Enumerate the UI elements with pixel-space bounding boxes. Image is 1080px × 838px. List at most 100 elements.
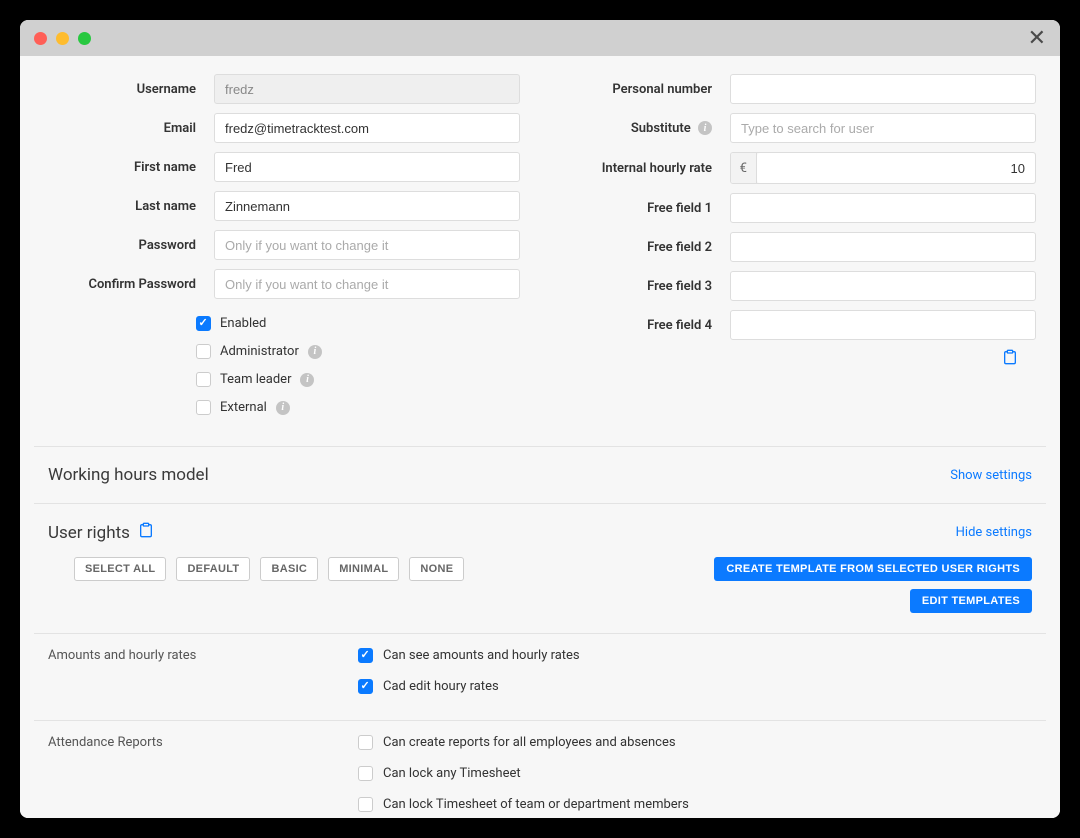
checkbox-can-edit-hourly[interactable] <box>358 679 373 694</box>
perm-can-see-amounts: Can see amounts and hourly rates <box>358 648 1032 663</box>
input-substitute[interactable] <box>730 113 1036 143</box>
label-personal-number: Personal number <box>560 82 730 97</box>
minimize-icon[interactable] <box>56 32 69 45</box>
input-username <box>214 74 520 104</box>
field-first-name: First name <box>44 152 520 182</box>
info-icon[interactable]: i <box>276 401 290 415</box>
label-substitute: Substitute i <box>560 121 730 136</box>
checkbox-administrator[interactable] <box>196 344 211 359</box>
template-buttons: CREATE TEMPLATE FROM SELECTED USER RIGHT… <box>714 557 1032 613</box>
input-free2[interactable] <box>730 232 1036 262</box>
input-internal-rate[interactable] <box>757 153 1035 183</box>
link-hide-settings[interactable]: Hide settings <box>956 525 1032 540</box>
info-icon[interactable]: i <box>698 121 712 135</box>
checkbox-can-see-amounts[interactable] <box>358 648 373 663</box>
label-password: Password <box>44 238 214 253</box>
preset-minimal[interactable]: MINIMAL <box>328 557 399 581</box>
perm-label: Can create reports for all employees and… <box>383 735 676 750</box>
info-icon[interactable]: i <box>300 373 314 387</box>
checkbox-administrator-row: Administrator i <box>44 344 520 359</box>
label-username: Username <box>44 82 214 97</box>
perm-lock-team-timesheet: Can lock Timesheet of team or department… <box>358 797 1032 812</box>
preset-default[interactable]: DEFAULT <box>176 557 250 581</box>
preset-none[interactable]: NONE <box>409 557 464 581</box>
right-column: Personal number Substitute i Internal ho… <box>560 74 1036 428</box>
clipboard-icon[interactable] <box>1002 349 1018 369</box>
checkbox-create-reports[interactable] <box>358 735 373 750</box>
input-personal-number[interactable] <box>730 74 1036 104</box>
create-template-button[interactable]: CREATE TEMPLATE FROM SELECTED USER RIGHT… <box>714 557 1032 581</box>
input-free3[interactable] <box>730 271 1036 301</box>
label-free2: Free field 2 <box>560 240 730 255</box>
input-last-name[interactable] <box>214 191 520 221</box>
rights-group-options-amounts: Can see amounts and hourly rates Cad edi… <box>358 648 1032 710</box>
traffic-lights <box>34 32 91 45</box>
edit-templates-button[interactable]: EDIT TEMPLATES <box>910 589 1032 613</box>
currency-input-wrap: € <box>730 152 1036 184</box>
rights-group-label-amounts: Amounts and hourly rates <box>48 648 358 710</box>
perm-label: Can lock any Timesheet <box>383 766 521 781</box>
field-free2: Free field 2 <box>560 232 1036 262</box>
label-free3: Free field 3 <box>560 279 730 294</box>
input-first-name[interactable] <box>214 152 520 182</box>
clipboard-action <box>560 349 1036 369</box>
checkbox-team-leader[interactable] <box>196 372 211 387</box>
checkbox-external[interactable] <box>196 400 211 415</box>
field-internal-rate: Internal hourly rate € <box>560 152 1036 184</box>
app-window: ✕ Username Email First name Last name <box>20 20 1060 818</box>
checkbox-enabled[interactable] <box>196 316 211 331</box>
label-free4: Free field 4 <box>560 318 730 333</box>
currency-symbol: € <box>731 153 757 183</box>
section-working-hours: Working hours model Show settings <box>34 447 1046 504</box>
input-free4[interactable] <box>730 310 1036 340</box>
label-free1: Free field 1 <box>560 201 730 216</box>
checkbox-administrator-label: Administrator <box>220 344 299 359</box>
info-icon[interactable]: i <box>308 345 322 359</box>
rights-actions: SELECT ALL DEFAULT BASIC MINIMAL NONE CR… <box>34 543 1046 634</box>
perm-label: Can lock Timesheet of team or department… <box>383 797 689 812</box>
section-title-user-rights-text: User rights <box>48 523 130 543</box>
perm-can-edit-hourly: Cad edit houry rates <box>358 679 1032 694</box>
checkbox-lock-team-timesheet[interactable] <box>358 797 373 812</box>
label-internal-rate: Internal hourly rate <box>560 161 730 176</box>
maximize-icon[interactable] <box>78 32 91 45</box>
checkbox-external-row: External i <box>44 400 520 415</box>
perm-lock-any-timesheet: Can lock any Timesheet <box>358 766 1032 781</box>
left-column: Username Email First name Last name Pass… <box>44 74 520 428</box>
rights-group-options-attendance: Can create reports for all employees and… <box>358 735 1032 818</box>
field-free3: Free field 3 <box>560 271 1036 301</box>
checkbox-enabled-label: Enabled <box>220 316 266 331</box>
section-user-rights-header: User rights Hide settings <box>34 504 1046 543</box>
clipboard-icon[interactable] <box>138 522 154 543</box>
label-email: Email <box>44 121 214 136</box>
titlebar: ✕ <box>20 20 1060 56</box>
perm-label: Cad edit houry rates <box>383 679 499 694</box>
field-personal-number: Personal number <box>560 74 1036 104</box>
field-substitute: Substitute i <box>560 113 1036 143</box>
input-confirm-password[interactable] <box>214 269 520 299</box>
close-icon[interactable] <box>34 32 47 45</box>
preset-basic[interactable]: BASIC <box>260 557 318 581</box>
perm-label: Can see amounts and hourly rates <box>383 648 580 663</box>
content-area: Username Email First name Last name Pass… <box>20 56 1060 818</box>
rights-group-attendance: Attendance Reports Can create reports fo… <box>34 721 1046 818</box>
link-show-settings[interactable]: Show settings <box>950 468 1032 483</box>
form-grid: Username Email First name Last name Pass… <box>34 74 1046 428</box>
rights-group-amounts: Amounts and hourly rates Can see amounts… <box>34 634 1046 721</box>
checkbox-external-label: External <box>220 400 267 415</box>
checkbox-enabled-row: Enabled <box>44 316 520 331</box>
field-confirm-password: Confirm Password <box>44 269 520 299</box>
field-password: Password <box>44 230 520 260</box>
label-confirm-password: Confirm Password <box>44 277 214 292</box>
field-username: Username <box>44 74 520 104</box>
input-free1[interactable] <box>730 193 1036 223</box>
close-button[interactable]: ✕ <box>1028 26 1046 51</box>
rights-group-label-attendance: Attendance Reports <box>48 735 358 818</box>
input-password[interactable] <box>214 230 520 260</box>
field-email: Email <box>44 113 520 143</box>
preset-buttons: SELECT ALL DEFAULT BASIC MINIMAL NONE <box>74 557 464 581</box>
preset-select-all[interactable]: SELECT ALL <box>74 557 166 581</box>
input-email[interactable] <box>214 113 520 143</box>
checkbox-lock-any-timesheet[interactable] <box>358 766 373 781</box>
checkbox-team-leader-row: Team leader i <box>44 372 520 387</box>
